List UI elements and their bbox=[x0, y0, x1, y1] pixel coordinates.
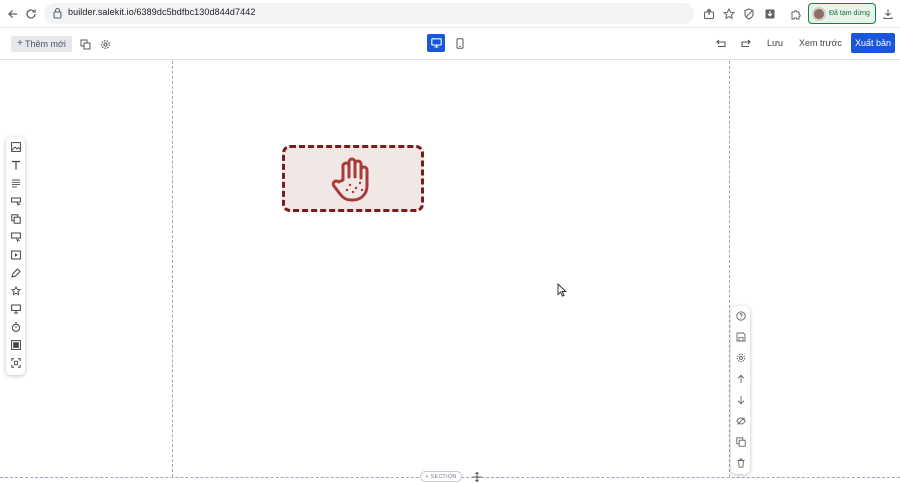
shield-icon[interactable] bbox=[741, 6, 756, 21]
hand-icon bbox=[331, 157, 369, 201]
save-icon[interactable] bbox=[734, 330, 747, 343]
paragraph-icon[interactable] bbox=[9, 176, 22, 189]
avatar bbox=[812, 6, 826, 21]
frame-icon[interactable] bbox=[9, 356, 22, 369]
add-new-button[interactable]: + Thêm mới bbox=[11, 36, 72, 52]
button-icon[interactable] bbox=[9, 194, 22, 207]
reload-icon[interactable] bbox=[22, 5, 40, 23]
arrow-up-icon[interactable] bbox=[734, 372, 747, 385]
timer-icon[interactable] bbox=[9, 320, 22, 333]
phone-icon bbox=[456, 37, 464, 49]
app-root: builder.salekit.io/6389dc5bdfbc130d844d7… bbox=[0, 0, 900, 483]
save-button[interactable]: Lưu bbox=[767, 38, 783, 48]
form-icon[interactable] bbox=[9, 230, 22, 243]
mouse-cursor-icon bbox=[557, 283, 567, 297]
layers-icon[interactable] bbox=[9, 212, 22, 225]
gallery-icon[interactable] bbox=[9, 338, 22, 351]
element-sidebar bbox=[6, 137, 25, 375]
pen-icon[interactable] bbox=[9, 266, 22, 279]
share-icon[interactable] bbox=[701, 6, 716, 21]
move-handle-icon[interactable] bbox=[472, 472, 482, 482]
redo-icon[interactable] bbox=[739, 37, 753, 51]
publish-button[interactable]: Xuất bản bbox=[851, 33, 895, 53]
hide-icon[interactable] bbox=[734, 414, 747, 427]
settings-icon[interactable] bbox=[734, 351, 747, 364]
gear-icon[interactable] bbox=[98, 37, 112, 51]
desktop-view-button[interactable] bbox=[427, 34, 445, 52]
builder-toolbar: + Thêm mới Lưu Xem trước Xuất bản bbox=[0, 28, 900, 60]
plus-icon: + bbox=[17, 38, 23, 49]
star-icon[interactable] bbox=[9, 284, 22, 297]
address-bar[interactable]: builder.salekit.io/6389dc5bdfbc130d844d7… bbox=[44, 3, 694, 24]
profile-button[interactable]: Đã tạm dừng bbox=[808, 3, 876, 24]
add-new-label: Thêm mới bbox=[24, 39, 66, 49]
browser-bar: builder.salekit.io/6389dc5bdfbc130d844d7… bbox=[0, 0, 900, 28]
monitor-icon bbox=[430, 38, 442, 48]
content-guide-left bbox=[172, 61, 173, 477]
mobile-view-button[interactable] bbox=[451, 34, 469, 52]
url-text: builder.salekit.io/6389dc5bdfbc130d844d7… bbox=[68, 7, 256, 17]
text-icon[interactable] bbox=[9, 158, 22, 171]
back-arrow-icon[interactable] bbox=[4, 5, 22, 23]
arrow-down-icon[interactable] bbox=[734, 393, 747, 406]
video-icon[interactable] bbox=[9, 248, 22, 261]
image-icon[interactable] bbox=[9, 140, 22, 153]
preview-button[interactable]: Xem trước bbox=[799, 38, 842, 48]
download-icon[interactable] bbox=[880, 6, 895, 21]
duplicate-icon[interactable] bbox=[734, 435, 747, 448]
content-guide-right bbox=[729, 61, 730, 477]
add-section-button[interactable]: + SECTION bbox=[420, 471, 462, 482]
extensions-icon[interactable] bbox=[788, 6, 803, 21]
element-placeholder[interactable] bbox=[282, 145, 424, 212]
trash-icon[interactable] bbox=[734, 456, 747, 469]
star-icon[interactable] bbox=[721, 6, 736, 21]
lock-icon bbox=[52, 7, 65, 20]
undo-icon[interactable] bbox=[714, 37, 728, 51]
section-sidebar bbox=[731, 306, 750, 474]
copy-icon[interactable] bbox=[78, 37, 92, 51]
profile-label: Đã tạm dừng bbox=[829, 10, 870, 17]
help-icon[interactable] bbox=[734, 309, 747, 322]
download-box-icon[interactable] bbox=[762, 6, 777, 21]
monitor-icon[interactable] bbox=[9, 302, 22, 315]
editor-canvas[interactable]: + SECTION bbox=[0, 61, 900, 483]
